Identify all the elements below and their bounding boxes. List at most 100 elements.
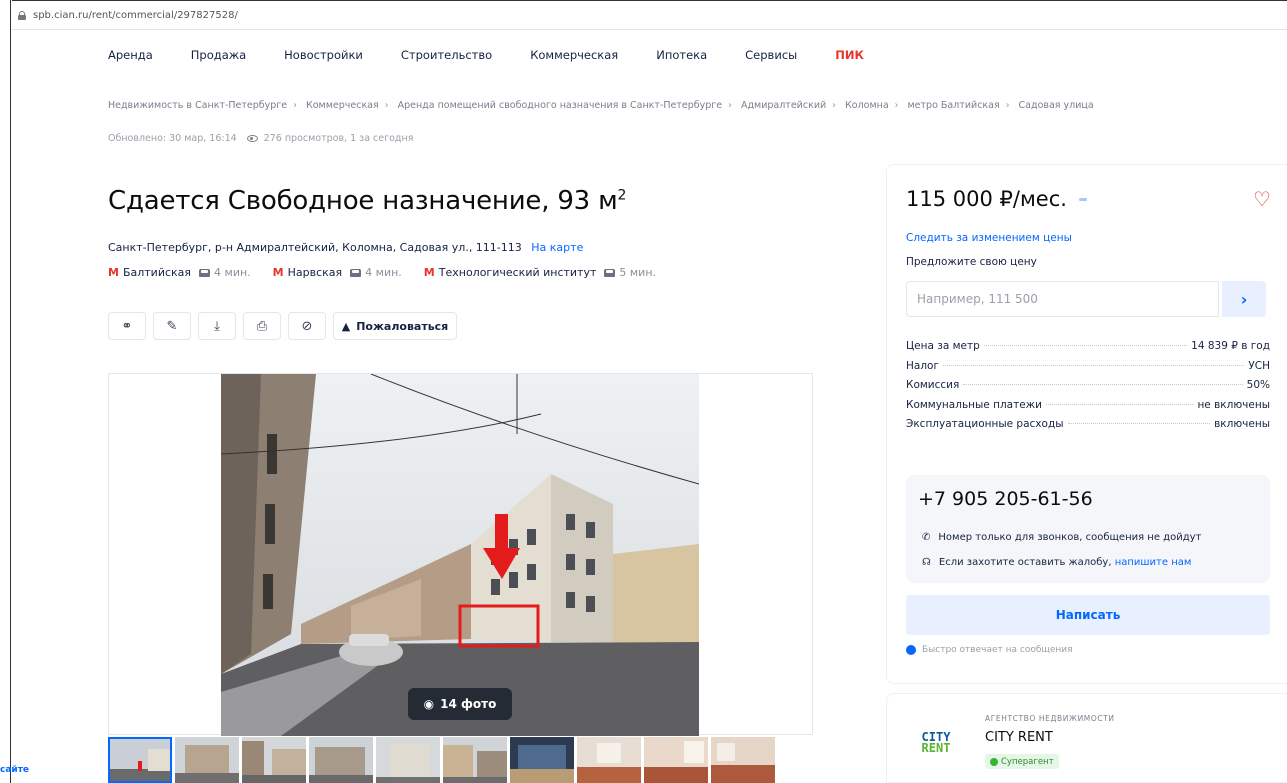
complaint-note: ☊ Если захотите оставить жалобу, напишит… — [922, 557, 1191, 568]
edit-button[interactable]: ✎ — [153, 312, 191, 340]
download-icon: ⤓ — [214, 318, 220, 334]
hide-icon: ⊘ — [301, 318, 313, 334]
top-navigation: Аренда Продажа Новостройки Строительство… — [108, 48, 902, 62]
thumbnail[interactable] — [175, 737, 239, 783]
thumbnail[interactable] — [309, 737, 373, 783]
fact-row: Комиссия 50% — [906, 379, 1270, 399]
breadcrumb-item[interactable]: Аренда помещений свободного назначения в… — [398, 100, 723, 111]
metro-item[interactable]: M Технологический институт 5 мин. — [424, 266, 656, 279]
thumbnail-image — [510, 737, 574, 783]
agency-logo[interactable]: CITY RENT — [905, 713, 967, 773]
share-icon: ⚭ — [121, 318, 133, 334]
side-note[interactable]: сайте — [0, 765, 29, 775]
fact-value: не включены — [1197, 398, 1270, 411]
nav-item-sale[interactable]: Продажа — [191, 48, 246, 62]
thumbnail[interactable] — [510, 737, 574, 783]
breadcrumb-item[interactable]: Адмиралтейский — [741, 100, 826, 111]
breadcrumb-item[interactable]: метро Балтийская — [908, 100, 1000, 111]
hide-button[interactable]: ⊘ — [288, 312, 326, 340]
fact-value: УСН — [1248, 359, 1270, 372]
thumbnail[interactable] — [644, 737, 708, 783]
calls-only-note: ✆ Номер только для звонков, сообщения не… — [922, 532, 1201, 543]
fact-value: 50% — [1246, 379, 1270, 391]
url-text[interactable]: spb.cian.ru/rent/commercial/297827528/ — [33, 10, 238, 21]
title-superscript: 2 — [617, 187, 627, 204]
price: 115 000 ₽/мес. — [906, 187, 1087, 211]
address-text: Санкт-Петербург, р-н Адмиралтейский, Кол… — [108, 241, 522, 254]
fact-value: 14 839 ₽ в год — [1191, 340, 1270, 352]
download-button[interactable]: ⤓ — [198, 312, 236, 340]
thumbnail[interactable] — [242, 737, 306, 783]
complain-button[interactable]: ▲ Пожаловаться — [333, 312, 457, 340]
breadcrumb-item[interactable]: Коммерческая — [306, 100, 379, 111]
headset-icon: ☊ — [922, 557, 931, 568]
metro-icon: M — [423, 266, 435, 279]
nav-item-commercial[interactable]: Коммерческая — [530, 48, 618, 62]
page-title: Сдается Свободное назначение, 93 м2 — [108, 186, 626, 216]
thumbnail-image — [443, 737, 507, 783]
map-link[interactable]: На карте — [531, 241, 583, 254]
thumbnail[interactable] — [577, 737, 641, 783]
metro-time: 4 мин. — [214, 266, 251, 279]
address-bar[interactable]: spb.cian.ru/rent/commercial/297827528/ — [12, 0, 1287, 30]
favorite-heart-icon[interactable]: ♡ — [1253, 189, 1271, 209]
phone-number[interactable]: +7 905 205-61-56 — [918, 488, 1093, 510]
follow-price-link[interactable]: Следить за изменением цены — [906, 232, 1072, 244]
calls-only-text: Номер только для звонков, сообщения не д… — [938, 532, 1202, 543]
breadcrumb-separator-icon: › — [293, 100, 297, 111]
write-message-button[interactable]: Написать — [906, 595, 1270, 635]
thumbnail[interactable] — [376, 737, 440, 783]
photo-count-button[interactable]: ◉ 14 фото — [408, 688, 512, 720]
nav-item-services[interactable]: Сервисы — [745, 48, 797, 62]
photo-count-label: 14 фото — [440, 697, 497, 711]
clock-icon — [906, 645, 916, 655]
fact-leader — [983, 345, 1188, 346]
metro-name: Балтийская — [122, 266, 192, 279]
nav-item-rent[interactable]: Аренда — [108, 48, 153, 62]
fact-row: Эксплуатационные расходы включены — [906, 418, 1270, 438]
thumbnail[interactable] — [443, 737, 507, 783]
fact-row: Цена за метр 14 839 ₽ в год — [906, 340, 1270, 360]
listing-toolbar: ⚭ ✎ ⤓ ⎙ ⊘ ▲ Пожаловаться — [108, 312, 457, 340]
print-button[interactable]: ⎙ — [243, 312, 281, 340]
nav-item-new-buildings[interactable]: Новостройки — [284, 48, 363, 62]
fact-value: включены — [1214, 418, 1270, 430]
breadcrumb-item[interactable]: Коломна — [845, 100, 889, 111]
thumbnail-strip — [108, 737, 775, 783]
fact-label: Коммунальные платежи — [906, 398, 1042, 411]
metro-item[interactable]: M Нарвская 4 мин. — [273, 266, 402, 279]
breadcrumb-item[interactable]: Недвижимость в Санкт-Петербурге — [108, 100, 287, 111]
agency-name[interactable]: CITY RENT — [985, 730, 1053, 745]
fast-reply-note: Быстро отвечает на сообщения — [906, 645, 1073, 655]
views-count: 276 просмотров, 1 за сегодня — [263, 133, 414, 144]
nav-item-construction[interactable]: Строительство — [401, 48, 492, 62]
street-photo-image — [221, 374, 699, 736]
breadcrumb-item[interactable]: Садовая улица — [1019, 100, 1094, 111]
eye-icon — [246, 135, 258, 142]
listing-meta: Обновлено: 30 мар, 16:14 276 просмотров,… — [108, 133, 413, 144]
nav-item-mortgage[interactable]: Ипотека — [656, 48, 707, 62]
fact-leader — [963, 384, 1243, 385]
agency-logo-bottom: RENT — [921, 741, 951, 755]
offer-label: Предложите свою цену — [906, 256, 1037, 268]
thumbnail-image — [110, 739, 170, 781]
edit-icon: ✎ — [166, 318, 178, 334]
main-photo[interactable] — [221, 374, 699, 736]
listing-address: Санкт-Петербург, р-н Адмиралтейский, Кол… — [108, 241, 583, 254]
car-icon — [199, 268, 211, 277]
metro-item[interactable]: M Балтийская 4 мин. — [108, 266, 251, 279]
breadcrumb-separator-icon: › — [1005, 100, 1010, 111]
offer-price-input[interactable] — [906, 281, 1219, 317]
thumbnail[interactable] — [711, 737, 775, 783]
pik-brand-link[interactable]: ПИК — [835, 48, 864, 62]
thumbnail-image — [309, 737, 373, 783]
write-us-link[interactable]: напишите нам — [1115, 557, 1192, 568]
complaint-text: Если захотите оставить жалобу, — [938, 557, 1112, 568]
fact-leader — [1067, 423, 1211, 424]
price-info-icon[interactable] — [1078, 197, 1087, 201]
thumbnail[interactable] — [108, 737, 172, 783]
share-button[interactable]: ⚭ — [108, 312, 146, 340]
offer-submit-button[interactable]: › — [1222, 281, 1266, 317]
breadcrumb-separator-icon: › — [728, 100, 732, 111]
check-icon — [990, 757, 998, 766]
